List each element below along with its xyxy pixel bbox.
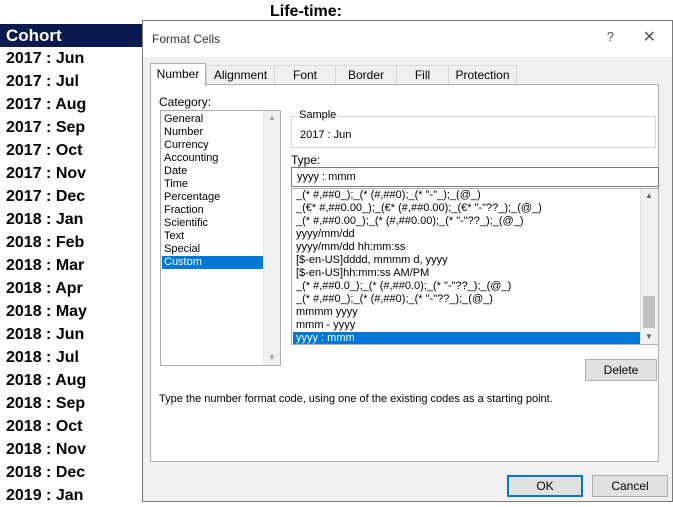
triangle-up-icon[interactable]: ▲ [641,189,657,203]
category-item-fraction[interactable]: Fraction [162,204,265,217]
cohort-cell[interactable]: 2018 : Jan [0,208,142,231]
cohort-cell[interactable]: 2018 : Apr [0,277,142,300]
format-code-item[interactable]: _(* #,##0_);_(* (#,##0);_(* "-"_);_(@_) [293,189,641,202]
format-code-item[interactable]: mmmm yyyy [293,306,641,319]
cohort-cell[interactable]: 2018 : Sep [0,392,142,415]
sheet-title: Life-time: [270,3,342,20]
tab-border[interactable]: Border [335,65,397,85]
triangle-up-icon[interactable]: ▲ [264,111,280,125]
cohort-cell[interactable]: 2017 : Nov [0,162,142,185]
cohort-cell[interactable]: 2018 : Dec [0,461,142,484]
cohort-cell[interactable]: 2018 : Oct [0,415,142,438]
category-item-currency[interactable]: Currency [162,139,265,152]
sample-label: Sample [297,109,339,121]
format-scrollbar[interactable]: ▲ ▼ [640,189,658,344]
category-item-number[interactable]: Number [162,126,265,139]
cohort-cell[interactable]: 2018 : Jun [0,323,142,346]
tab-number[interactable]: Number [150,63,206,86]
format-cells-dialog: Format Cells ? ✕ Number Alignment Font B… [142,20,673,502]
cohort-cell[interactable]: 2018 : May [0,300,142,323]
cohort-cell[interactable]: 2018 : Jul [0,346,142,369]
category-item-special[interactable]: Special [162,243,265,256]
sample-value: 2017 : Jun [300,129,352,141]
category-item-accounting[interactable]: Accounting [162,152,265,165]
tab-alignment[interactable]: Alignment [206,65,275,85]
cohort-cell[interactable]: 2017 : Jun [0,47,142,70]
triangle-down-icon[interactable]: ▼ [264,351,280,365]
cohort-cell[interactable]: 2018 : Mar [0,254,142,277]
scrollbar-thumb[interactable] [643,296,655,328]
format-code-item[interactable]: yyyy/mm/dd [293,228,641,241]
cohort-cell[interactable]: 2018 : Aug [0,369,142,392]
format-code-item[interactable]: _(* #,##0.0_);_(* (#,##0.0);_(* "-"??_);… [293,280,641,293]
format-code-item[interactable]: yyyy/mm/dd hh:mm:ss [293,241,641,254]
format-code-item[interactable]: _(* #,##0_);_(* (#,##0);_(* "-"??_);_(@_… [293,293,641,306]
format-code-item[interactable]: _(€* #,##0.00_);_(€* (#,##0.00);_(€* "-"… [293,202,641,215]
type-label: Type: [291,153,321,167]
cohort-cell[interactable]: 2018 : Nov [0,438,142,461]
number-tab-panel: Category: General Number Currency Accountin… [150,84,659,462]
cohort-cell[interactable]: 2019 : Jan [0,484,142,507]
cohort-cell[interactable]: 2017 : Dec [0,185,142,208]
format-code-item[interactable]: [$-en-US]hh:mm:ss AM/PM [293,267,641,280]
category-item-custom[interactable]: Custom [162,256,265,269]
cohort-column: 2017 : Jun 2017 : Jul 2017 : Aug 2017 : Sep… [0,47,142,507]
tab-protection[interactable]: Protection [448,65,517,85]
format-code-item[interactable]: yyyy : mmm [293,332,641,344]
cohort-cell[interactable]: 2017 : Sep [0,116,142,139]
format-code-item[interactable]: mmm - yyyy [293,319,641,332]
cohort-cell[interactable]: 2017 : Aug [0,93,142,116]
sample-group: Sample 2017 : Jun [291,109,656,148]
category-item-time[interactable]: Time [162,178,265,191]
dialog-title: Format Cells [152,32,221,46]
category-label: Category: [159,95,212,109]
category-item-date[interactable]: Date [162,165,265,178]
type-input[interactable] [291,167,659,187]
tab-fill[interactable]: Fill [396,65,449,85]
category-item-scientific[interactable]: Scientific [162,217,265,230]
format-code-item[interactable]: [$-en-US]dddd, mmmm d, yyyy [293,254,641,267]
cohort-cell[interactable]: 2017 : Oct [0,139,142,162]
cohort-cell[interactable]: 2017 : Jul [0,70,142,93]
category-scrollbar[interactable]: ▲ ▼ [263,111,280,365]
category-item-text[interactable]: Text [162,230,265,243]
cancel-button[interactable]: Cancel [592,475,668,497]
help-button[interactable]: ? [607,29,614,44]
triangle-down-icon[interactable]: ▼ [641,330,657,344]
delete-button[interactable]: Delete [585,359,657,381]
dialog-titlebar[interactable]: Format Cells ? ✕ [143,21,672,57]
category-item-general[interactable]: General [162,113,265,126]
tab-font[interactable]: Font [274,65,336,85]
category-listbox[interactable]: General Number Currency Accounting Date Time P… [160,110,281,366]
format-code-listbox[interactable]: _(* #,##0_);_(* (#,##0);_(* "-"_);_(@_) _… [291,188,659,345]
cohort-header-cell[interactable]: Cohort [0,24,142,47]
format-code-item[interactable]: _(* #,##0.00_);_(* (#,##0.00);_(* "-"??_… [293,215,641,228]
close-icon[interactable]: ✕ [643,27,656,47]
category-item-percentage[interactable]: Percentage [162,191,265,204]
cohort-cell[interactable]: 2018 : Feb [0,231,142,254]
hint-text: Type the number format code, using one o… [159,393,553,405]
ok-button[interactable]: OK [507,475,583,497]
